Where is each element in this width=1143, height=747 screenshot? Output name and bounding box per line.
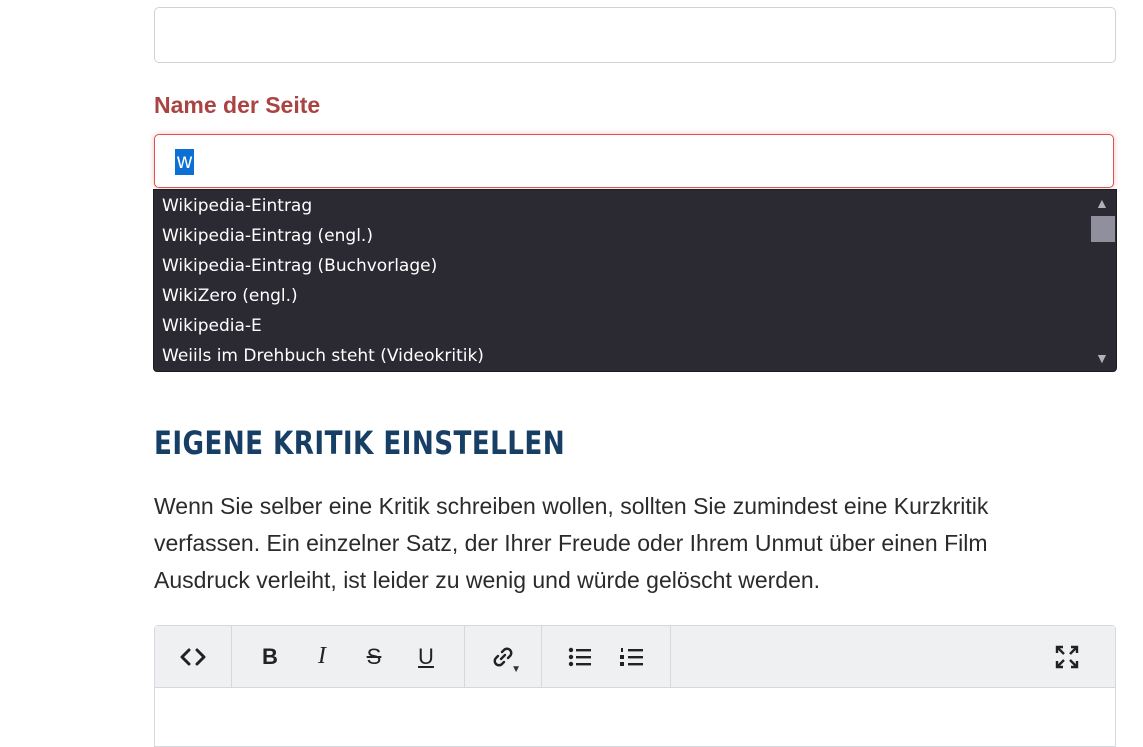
suggestion-item[interactable]: Wikipedia-E	[154, 311, 1089, 341]
strikethrough-button[interactable]: S	[348, 637, 400, 677]
suggestion-item[interactable]: Wikipedia-Eintrag (engl.)	[154, 221, 1089, 251]
toolbar-group-lists	[542, 626, 671, 687]
caret-down-icon: ▼	[511, 663, 521, 675]
toolbar-group-code	[155, 626, 232, 687]
code-view-button[interactable]	[167, 637, 219, 677]
autocomplete-dropdown[interactable]: Wikipedia-Eintrag Wikipedia-Eintrag (eng…	[153, 189, 1117, 372]
editor-toolbar: B I S U ▼	[155, 626, 1115, 688]
bullet-list-button[interactable]	[554, 637, 606, 677]
page-name-input[interactable]: w	[154, 134, 1114, 188]
numbered-list-icon	[620, 647, 643, 666]
underline-button[interactable]: U	[400, 637, 452, 677]
suggestion-item[interactable]: Weiils im Drehbuch steht (Videokritik)	[154, 341, 1089, 371]
italic-button[interactable]: I	[296, 637, 348, 677]
bold-button[interactable]: B	[244, 637, 296, 677]
page-name-input-value: w	[175, 149, 195, 175]
code-icon	[180, 648, 206, 665]
section-heading: EIGENE KRITIK EINSTELLEN	[154, 424, 566, 462]
toolbar-group-fullscreen	[1041, 626, 1115, 687]
suggestion-item[interactable]: Wikipedia-Eintrag (Buchvorlage)	[154, 251, 1089, 281]
previous-text-input[interactable]	[154, 7, 1116, 63]
scroll-down-icon[interactable]: ▼	[1095, 351, 1109, 365]
scrollbar-thumb[interactable]	[1091, 216, 1115, 242]
section-paragraph: Wenn Sie selber eine Kritik schreiben wo…	[154, 493, 989, 593]
link-button[interactable]: ▼	[477, 637, 529, 677]
toolbar-group-format: B I S U	[232, 626, 465, 687]
page-name-label: Name der Seite	[154, 92, 321, 118]
review-editor[interactable]: B I S U ▼	[154, 625, 1116, 747]
numbered-list-button[interactable]	[606, 637, 658, 677]
bullet-list-icon	[568, 647, 591, 666]
fullscreen-icon	[1055, 645, 1079, 668]
dropdown-scrollbar[interactable]: ▲ ▼	[1090, 190, 1116, 371]
fullscreen-button[interactable]	[1041, 637, 1093, 677]
scroll-up-icon[interactable]: ▲	[1095, 196, 1109, 210]
suggestion-item[interactable]: Wikipedia-Eintrag	[154, 191, 1089, 221]
toolbar-group-link: ▼	[465, 626, 542, 687]
suggestion-item[interactable]: WikiZero (engl.)	[154, 281, 1089, 311]
